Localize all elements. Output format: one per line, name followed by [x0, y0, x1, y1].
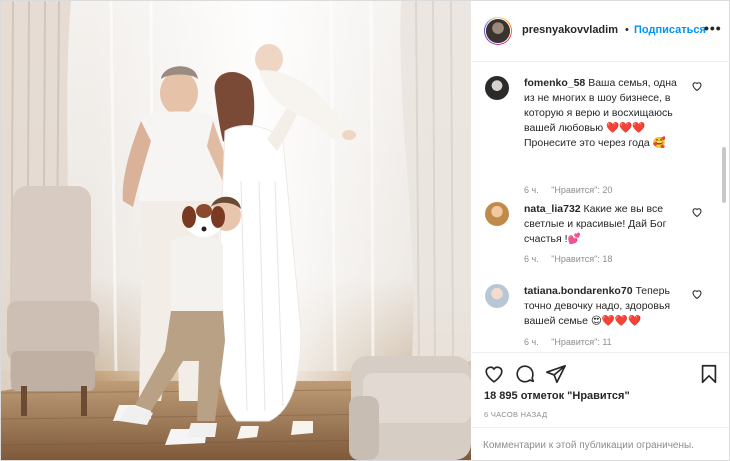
author-username[interactable]: presnyakovvladim: [522, 24, 618, 36]
comment-meta: 6 ч. "Нравится": 18: [524, 254, 622, 264]
comment-heart-icon[interactable]: [691, 80, 703, 92]
commenter-avatar[interactable]: [485, 202, 509, 226]
post-header: presnyakovvladim • Подписаться •••: [472, 1, 729, 62]
comment-heart-icon[interactable]: [691, 288, 703, 300]
comment-likes-count[interactable]: "Нравится": 11: [551, 337, 611, 347]
comments-scrollbar[interactable]: [722, 147, 726, 203]
comment-time: 6 ч.: [524, 185, 539, 195]
comment-body: nata_lia732 Какие же вы все светлые и кр…: [524, 202, 689, 247]
post-time[interactable]: 6 ЧАСОВ НАЗАД: [484, 410, 547, 419]
post-photo[interactable]: [1, 1, 471, 460]
heart-icon[interactable]: [483, 363, 505, 385]
post-side-panel: presnyakovvladim • Подписаться ••• fomen…: [472, 1, 729, 460]
comment-icon[interactable]: [514, 363, 536, 385]
bookmark-icon[interactable]: [698, 363, 720, 385]
comments-disabled-notice: Комментарии к этой публикации ограничены…: [483, 440, 694, 451]
comment-meta: 6 ч. "Нравится": 20: [524, 185, 622, 195]
comment-username[interactable]: nata_lia732: [524, 203, 581, 215]
comment-body: fomenko_58 Ваша семья, одна из не многих…: [524, 76, 689, 151]
likes-count[interactable]: 18 895 отметок "Нравится": [484, 390, 630, 402]
comment-username[interactable]: tatiana.bondarenko70: [524, 285, 633, 297]
instagram-post: presnyakovvladim • Подписаться ••• fomen…: [0, 0, 730, 461]
comment-meta: 6 ч. "Нравится": 11: [524, 337, 622, 347]
share-icon[interactable]: [545, 363, 567, 385]
comments-footer: Комментарии к этой публикации ограничены…: [472, 427, 729, 461]
comments-list: fomenko_58 Ваша семья, одна из не многих…: [472, 62, 729, 352]
post-actions-bar: [472, 352, 729, 393]
more-icon[interactable]: •••: [704, 20, 722, 36]
follow-button[interactable]: Подписаться: [634, 24, 706, 36]
comment-body: tatiana.bondarenko70 Теперь точно девочк…: [524, 284, 689, 329]
author-avatar[interactable]: [484, 17, 512, 45]
comment-likes-count[interactable]: "Нравится": 20: [551, 185, 612, 195]
photo-illustration: [1, 1, 471, 460]
header-separator: •: [625, 24, 629, 36]
comment-heart-icon[interactable]: [691, 206, 703, 218]
commenter-avatar[interactable]: [485, 284, 509, 308]
comment-time: 6 ч.: [524, 337, 539, 347]
commenter-avatar[interactable]: [485, 76, 509, 100]
comment-likes-count[interactable]: "Нравится": 18: [551, 254, 612, 264]
comment-time: 6 ч.: [524, 254, 539, 264]
comment-username[interactable]: fomenko_58: [524, 77, 585, 89]
